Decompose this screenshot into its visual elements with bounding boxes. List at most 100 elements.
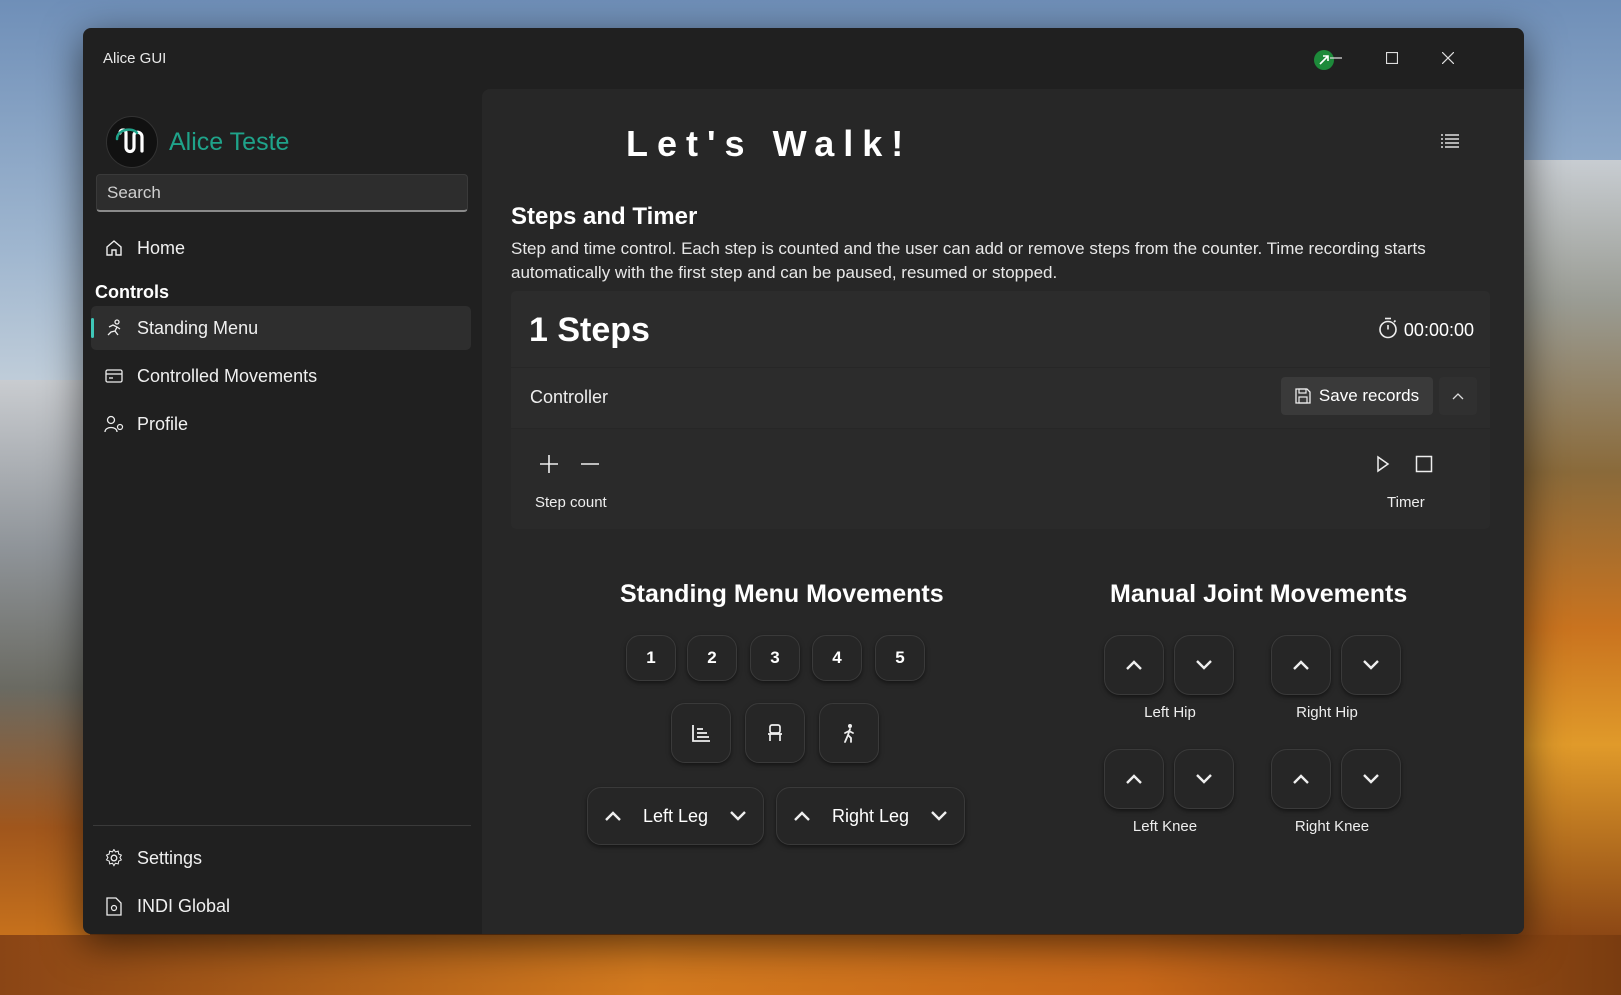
add-step-button[interactable] xyxy=(535,450,563,478)
timer-value: 00:00:00 xyxy=(1403,320,1474,340)
controller-label: Controller xyxy=(530,387,609,407)
sidebar-item-standing-menu[interactable]: Standing Menu xyxy=(91,306,471,350)
controller-body: Step count Timer xyxy=(511,429,1490,529)
position-button-3[interactable]: 3 xyxy=(750,635,800,681)
timer-display: 00:00:00 xyxy=(1378,317,1474,344)
window-title: Alice GUI xyxy=(103,50,167,67)
sit-chart-icon xyxy=(692,725,710,742)
sidebar-item-label: Standing Menu xyxy=(137,317,259,338)
person-icon xyxy=(103,413,125,435)
app-window: Alice GUI Alice Teste Search Home Contro… xyxy=(83,28,1524,934)
left-leg-down-button[interactable] xyxy=(729,806,747,827)
manual-movements-title: Manual Joint Movements xyxy=(1110,580,1408,608)
sidebar-item-controlled-movements[interactable]: Controlled Movements xyxy=(91,354,471,398)
standing-movements-title: Standing Menu Movements xyxy=(620,580,944,608)
minus-icon xyxy=(581,463,599,465)
position-button-4[interactable]: 4 xyxy=(812,635,862,681)
section-description: Step and time control. Each step is coun… xyxy=(511,239,1426,282)
right-knee-up-button[interactable] xyxy=(1271,749,1331,809)
sidebar-item-label: Settings xyxy=(137,847,203,868)
collapse-button[interactable] xyxy=(1439,377,1477,415)
left-knee-down-button[interactable] xyxy=(1174,749,1234,809)
chevron-up-icon xyxy=(605,810,621,821)
remove-step-button[interactable] xyxy=(576,450,604,478)
sidebar-item-label: Home xyxy=(137,237,186,258)
steps-timer-card: 1 Steps 00:00:00 Controller Save records xyxy=(511,291,1490,529)
play-icon xyxy=(1377,455,1390,473)
right-leg-up-button[interactable] xyxy=(793,806,811,827)
chevron-down-icon xyxy=(1196,660,1212,670)
left-knee-up-button[interactable] xyxy=(1104,749,1164,809)
position-button-2[interactable]: 2 xyxy=(687,635,737,681)
stop-icon xyxy=(1415,455,1433,473)
card-icon xyxy=(103,365,125,387)
search-input[interactable]: Search xyxy=(96,174,468,212)
chevron-up-icon xyxy=(1293,774,1309,784)
title-bar[interactable]: Alice GUI xyxy=(83,28,1524,86)
minimize-button[interactable] xyxy=(1314,42,1358,74)
wallpaper-lake xyxy=(0,935,1621,995)
chevron-down-icon xyxy=(931,810,947,821)
walk-icon xyxy=(844,724,854,743)
steps-header: 1 Steps 00:00:00 xyxy=(511,291,1490,367)
chevron-up-icon xyxy=(1293,660,1309,670)
sidebar-item-home[interactable]: Home xyxy=(91,226,471,270)
chair-icon xyxy=(768,724,782,741)
maximize-button[interactable] xyxy=(1370,42,1414,74)
plus-icon xyxy=(540,455,558,473)
sidebar-divider xyxy=(93,825,471,826)
section-title: Steps and Timer xyxy=(511,203,698,230)
sidebar-item-settings[interactable]: Settings xyxy=(91,836,471,880)
chevron-down-icon xyxy=(1363,774,1379,784)
brand-name: Alice Teste xyxy=(169,127,290,156)
page-title: Let's Walk! xyxy=(626,123,913,164)
sidebar-item-profile[interactable]: Profile xyxy=(91,402,471,446)
chair-button[interactable] xyxy=(745,703,805,763)
right-hip-down-button[interactable] xyxy=(1341,635,1401,695)
close-button[interactable] xyxy=(1426,42,1470,74)
chevron-down-icon xyxy=(730,810,746,821)
right-leg-down-button[interactable] xyxy=(930,806,948,827)
right-hip-up-button[interactable] xyxy=(1271,635,1331,695)
play-timer-button[interactable] xyxy=(1369,450,1397,478)
walk-button[interactable] xyxy=(819,703,879,763)
left-leg-up-button[interactable] xyxy=(604,806,622,827)
list-icon[interactable] xyxy=(1440,133,1462,151)
left-leg-label: Left Leg xyxy=(642,805,709,826)
running-icon xyxy=(103,317,125,339)
chevron-up-icon xyxy=(794,810,810,821)
right-hip-label: Right Hip xyxy=(1296,704,1358,721)
stopwatch-icon xyxy=(1378,317,1398,344)
home-icon xyxy=(103,237,125,259)
document-icon xyxy=(103,895,125,917)
left-hip-up-button[interactable] xyxy=(1104,635,1164,695)
wallpaper-left xyxy=(0,380,90,940)
chevron-down-icon xyxy=(1363,660,1379,670)
sidebar: Alice Teste Search Home Controls Standin… xyxy=(83,86,483,934)
save-records-label: Save records xyxy=(1318,386,1420,405)
timer-label: Timer xyxy=(1387,494,1425,511)
right-knee-down-button[interactable] xyxy=(1341,749,1401,809)
chevron-down-icon xyxy=(1196,774,1212,784)
sidebar-item-indi-global[interactable]: INDI Global xyxy=(91,884,471,928)
main-content: Let's Walk! Steps and Timer Step and tim… xyxy=(482,89,1524,934)
right-leg-label: Right Leg xyxy=(831,805,910,826)
sidebar-item-label: INDI Global xyxy=(137,895,231,916)
sidebar-item-label: Controlled Movements xyxy=(137,365,318,386)
left-knee-label: Left Knee xyxy=(1132,818,1198,835)
chevron-up-icon xyxy=(1452,393,1464,400)
stop-timer-button[interactable] xyxy=(1410,450,1438,478)
position-button-1[interactable]: 1 xyxy=(626,635,676,681)
controller-expander[interactable]: Controller Save records xyxy=(511,368,1490,428)
left-leg-control: Left Leg xyxy=(587,787,764,845)
left-hip-label: Left Hip xyxy=(1144,704,1196,721)
brand: Alice Teste xyxy=(106,116,289,168)
save-records-button[interactable]: Save records xyxy=(1281,377,1433,415)
chevron-up-icon xyxy=(1126,774,1142,784)
step-count-label: Step count xyxy=(535,494,607,511)
sit-chart-button[interactable] xyxy=(671,703,731,763)
left-hip-down-button[interactable] xyxy=(1174,635,1234,695)
position-button-5[interactable]: 5 xyxy=(875,635,925,681)
right-knee-label: Right Knee xyxy=(1294,818,1370,835)
right-leg-control: Right Leg xyxy=(776,787,965,845)
